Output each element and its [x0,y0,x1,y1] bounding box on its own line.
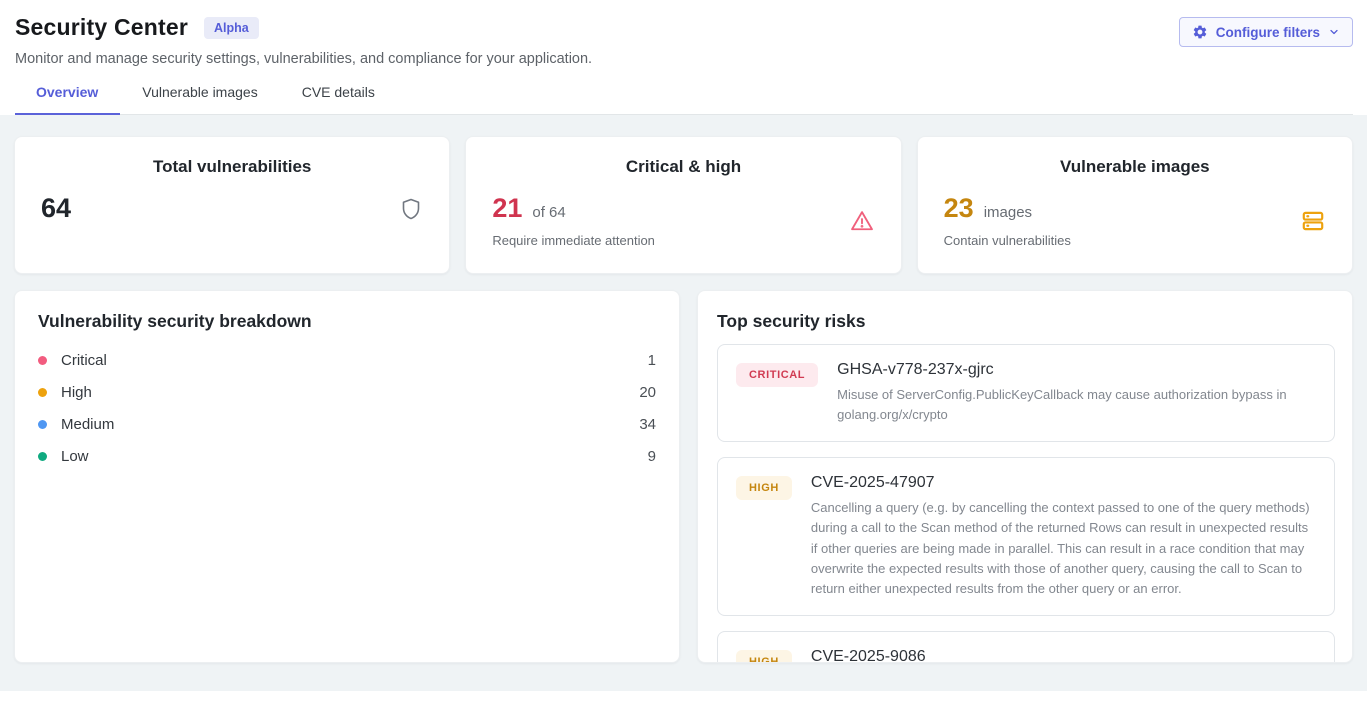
breakdown-panel-title: Vulnerability security breakdown [38,311,656,332]
vulnerable-images-description: Contain vulnerabilities [944,233,1071,248]
page-header: Security Center Alpha Configure filters … [0,0,1367,115]
severity-badge-high: HIGH [736,476,792,500]
critical-high-description: Require immediate attention [492,233,655,248]
gear-icon [1192,24,1208,40]
breakdown-row-low: Low 9 [38,440,656,472]
chevron-down-icon [1328,26,1340,38]
breakdown-row-high: High 20 [38,376,656,408]
breakdown-value: 1 [648,352,656,369]
risk-description: Misuse of ServerConfig.PublicKeyCallback… [837,385,1316,425]
breakdown-label: Medium [61,416,639,433]
warning-triangle-icon [849,208,875,234]
tab-bar: Overview Vulnerable images CVE details [15,84,1353,115]
vulnerable-images-suffix: images [984,204,1032,221]
breakdown-label: Critical [61,352,648,369]
stat-title: Total vulnerabilities [41,157,423,177]
breakdown-value: 9 [648,448,656,465]
critical-high-suffix: of 64 [532,204,565,221]
breakdown-value: 34 [639,416,656,433]
page-title: Security Center [15,14,188,41]
page-subtitle: Monitor and manage security settings, vu… [15,51,1353,67]
alpha-badge: Alpha [204,17,259,39]
stats-row: Total vulnerabilities 64 Critical & high… [14,136,1353,274]
stat-title: Critical & high [492,157,874,177]
severity-badge-high: HIGH [736,650,792,663]
panels-row: Vulnerability security breakdown Critica… [14,290,1353,663]
breakdown-label: High [61,384,639,401]
severity-badge-critical: CRITICAL [736,363,818,387]
tab-vulnerable-images[interactable]: Vulnerable images [120,84,279,115]
configure-filters-button[interactable]: Configure filters [1179,17,1353,47]
risk-card-cve-2025-9086[interactable]: HIGH CVE-2025-9086 [717,631,1335,663]
critical-dot [38,356,47,365]
risk-card-ghsa-v778-237x-gjrc[interactable]: CRITICAL GHSA-v778-237x-gjrc Misuse of S… [717,344,1335,442]
risk-description: Cancelling a query (e.g. by cancelling t… [811,498,1316,599]
tab-cve-details[interactable]: CVE details [280,84,397,115]
total-vulnerabilities-value: 64 [41,193,71,224]
breakdown-value: 20 [639,384,656,401]
risk-card-cve-2025-47907[interactable]: HIGH CVE-2025-47907 Cancelling a query (… [717,457,1335,616]
breakdown-label: Low [61,448,648,465]
breakdown-row-medium: Medium 34 [38,408,656,440]
critical-high-value: 21 [492,193,522,224]
stat-card-critical-high: Critical & high 21 of 64 Require immedia… [465,136,901,274]
risks-panel-title: Top security risks [717,311,1335,332]
vulnerable-images-value: 23 [944,193,974,224]
stat-card-total-vulnerabilities: Total vulnerabilities 64 [14,136,450,274]
breakdown-row-critical: Critical 1 [38,344,656,376]
risk-id: CVE-2025-47907 [811,474,1316,492]
medium-dot [38,420,47,429]
breakdown-list: Critical 1 High 20 Medium 34 Low 9 [38,344,656,472]
configure-filters-label: Configure filters [1216,25,1320,40]
low-dot [38,452,47,461]
vulnerability-breakdown-panel: Vulnerability security breakdown Critica… [14,290,680,663]
top-security-risks-panel: Top security risks CRITICAL GHSA-v778-23… [697,290,1353,663]
server-stack-icon [1300,208,1326,234]
tab-overview[interactable]: Overview [15,84,120,115]
stat-title: Vulnerable images [944,157,1326,177]
stat-card-vulnerable-images: Vulnerable images 23 images Contain vuln… [917,136,1353,274]
risk-list: CRITICAL GHSA-v778-237x-gjrc Misuse of S… [717,344,1335,663]
shield-icon [399,197,423,221]
risk-id: CVE-2025-9086 [811,648,1316,663]
high-dot [38,388,47,397]
content-area: Total vulnerabilities 64 Critical & high… [0,115,1367,691]
risk-id: GHSA-v778-237x-gjrc [837,361,1316,379]
